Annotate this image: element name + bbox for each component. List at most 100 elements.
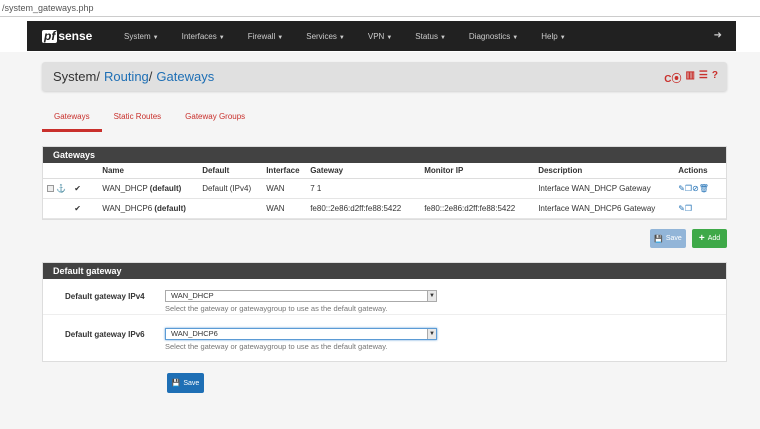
chevron-down-icon: ▼	[427, 291, 436, 301]
help-icon[interactable]: ?	[712, 70, 718, 85]
menu-services[interactable]: Services ▼	[306, 32, 345, 41]
menu-services-label: Services	[306, 31, 337, 41]
breadcrumb-separator: /	[148, 69, 153, 84]
breadcrumb-gateways[interactable]: Gateways	[156, 69, 214, 84]
ipv6-help: Select the gateway or gatewaygroup to us…	[165, 342, 388, 351]
logo-sense: sense	[58, 29, 93, 43]
interface-cell: WAN	[262, 178, 307, 199]
description-cell: Interface WAN_DHCP6 Gateway	[534, 198, 675, 219]
ipv4-help: Select the gateway or gatewaygroup to us…	[165, 304, 388, 313]
caret-down-icon: ▼	[386, 34, 393, 41]
header-status	[70, 163, 99, 179]
gateway-default-tag: (default)	[154, 203, 186, 213]
caret-down-icon: ▼	[559, 34, 566, 41]
row-select-cell: ⚓	[43, 178, 71, 199]
status-cell: ✔	[70, 178, 99, 199]
gateway-default-tag: (default)	[149, 183, 182, 193]
trash-icon[interactable]: 🗑	[699, 184, 709, 193]
navbar-inner: pf sense System ▼ Interfaces ▼ Firewall ▼ S…	[27, 21, 736, 51]
copy-icon[interactable]: ❐	[685, 204, 692, 213]
caret-down-icon: ▼	[277, 34, 284, 41]
default-gateway-ipv6-select[interactable]: WAN_DHCP6 ▼	[165, 328, 437, 340]
tab-gateway-groups[interactable]: Gateway Groups	[173, 107, 257, 132]
description-cell: Interface WAN_DHCP Gateway	[534, 178, 675, 199]
table-row: ⚓ ✔ WAN_DHCP (default) Default (IPv4) WA…	[43, 178, 726, 199]
ipv6-label: Default gateway IPv6	[65, 330, 145, 339]
edit-icon[interactable]: ✎	[678, 204, 685, 213]
gateway-name: WAN_DHCP6	[102, 203, 153, 213]
bar-chart-icon[interactable]: ▥	[685, 70, 694, 85]
chevron-down-icon: ▼	[427, 329, 436, 339]
save-button-small[interactable]: 💾 Save	[650, 229, 686, 248]
caret-down-icon: ▼	[439, 34, 446, 41]
caret-down-icon: ▼	[512, 34, 519, 41]
interface-cell: WAN	[262, 198, 307, 219]
address-bar[interactable]: /system_gateways.php	[0, 0, 760, 17]
header-select	[43, 163, 71, 179]
service-restart-icon[interactable]: C⦿	[664, 70, 681, 85]
main-menu: System ▼ Interfaces ▼ Firewall ▼ Services ▼ …	[124, 32, 589, 41]
menu-status[interactable]: Status ▼	[415, 32, 446, 41]
gateway-cell: 7 1	[306, 178, 421, 199]
caret-down-icon: ▼	[152, 34, 159, 41]
floppy-icon: 💾	[654, 235, 663, 243]
row-checkbox[interactable]	[47, 184, 54, 192]
edit-icon[interactable]: ✎	[678, 184, 685, 193]
check-circle-icon: ✔	[74, 183, 81, 193]
copy-icon[interactable]: ❐	[685, 184, 692, 193]
tab-gateways[interactable]: Gateways	[42, 107, 102, 132]
header-default: Default	[198, 163, 263, 179]
menu-diagnostics[interactable]: Diagnostics ▼	[469, 32, 518, 41]
disable-icon[interactable]: ⊘	[692, 184, 699, 193]
menu-firewall[interactable]: Firewall ▼	[248, 32, 284, 41]
list-icon[interactable]: ☰	[699, 70, 708, 85]
gateways-panel: Gateways Name Default Interface Gateway …	[42, 146, 727, 220]
menu-status-label: Status	[415, 31, 438, 41]
table-header-row: Name Default Interface Gateway Monitor I…	[43, 163, 726, 179]
save-label: Save	[665, 235, 682, 242]
default-cell: Default (IPv4)	[198, 178, 263, 199]
name-cell: WAN_DHCP (default)	[98, 178, 199, 199]
menu-firewall-label: Firewall	[247, 31, 276, 41]
ipv4-row: Default gateway IPv4 WAN_DHCP ▼ Select t…	[43, 285, 726, 315]
tab-bar: Gateways Static Routes Gateway Groups	[42, 107, 257, 132]
header-description: Description	[534, 163, 675, 179]
menu-help-label: Help	[541, 31, 558, 41]
menu-interfaces[interactable]: Interfaces ▼	[182, 32, 225, 41]
default-cell	[198, 198, 263, 219]
header-shortcuts: C⦿ ▥ ☰ ?	[664, 70, 718, 85]
tab-static-routes[interactable]: Static Routes	[102, 107, 174, 132]
menu-interfaces-label: Interfaces	[181, 31, 217, 41]
default-gateway-panel-title: Default gateway	[43, 263, 726, 279]
menu-system[interactable]: System ▼	[124, 32, 159, 41]
header-actions: Actions	[674, 163, 726, 179]
menu-help[interactable]: Help ▼	[541, 32, 565, 41]
monitor-ip-cell	[420, 178, 535, 199]
url-text: /system_gateways.php	[2, 3, 94, 13]
default-gateway-panel: Default gateway Default gateway IPv4 WAN…	[42, 262, 727, 362]
add-button[interactable]: + Add	[692, 229, 727, 248]
ipv4-label: Default gateway IPv4	[65, 292, 145, 301]
save-main-label: Save	[183, 379, 200, 387]
row-select-cell	[43, 198, 71, 219]
name-cell: WAN_DHCP6 (default)	[98, 198, 199, 219]
breadcrumb-system: System	[53, 69, 97, 84]
menu-vpn[interactable]: VPN ▼	[368, 32, 392, 41]
gateway-cell: fe80::2e86:d2ff:fe88:5422	[306, 198, 421, 219]
save-button[interactable]: 💾 Save	[167, 373, 204, 393]
default-gateway-ipv4-select[interactable]: WAN_DHCP ▼	[165, 290, 437, 302]
logo-pf: pf	[42, 28, 58, 43]
actions-cell: ✎❐	[674, 198, 726, 219]
header-gateway: Gateway	[306, 163, 421, 179]
pfsense-logo[interactable]: pf sense	[42, 29, 104, 43]
breadcrumb-routing[interactable]: Routing	[104, 69, 149, 84]
caret-down-icon: ▼	[338, 34, 345, 41]
header-monitor-ip: Monitor IP	[420, 163, 535, 179]
breadcrumb-separator: /	[96, 69, 100, 84]
gateways-panel-title: Gateways	[43, 147, 726, 163]
anchor-icon[interactable]: ⚓	[56, 184, 66, 193]
ipv6-row: Default gateway IPv6 WAN_DHCP6 ▼ Select …	[43, 323, 726, 356]
logout-icon[interactable]: ➜	[714, 30, 722, 41]
gateway-name: WAN_DHCP	[102, 183, 148, 193]
gateways-table: Name Default Interface Gateway Monitor I…	[43, 163, 726, 219]
